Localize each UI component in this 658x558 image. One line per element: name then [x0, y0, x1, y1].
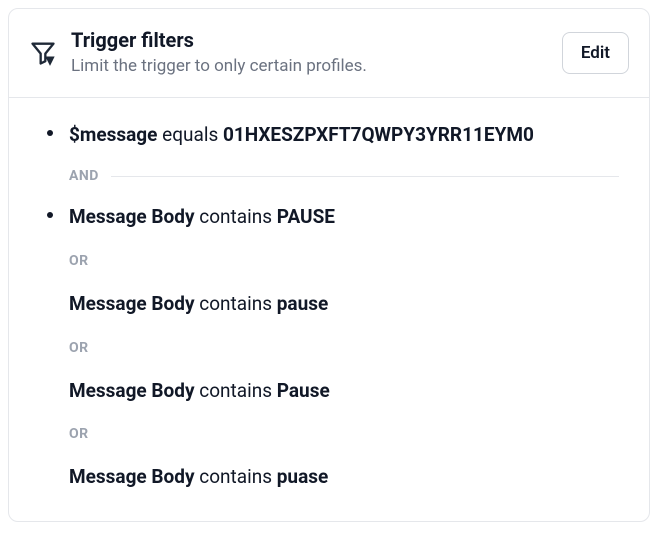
condition: $message equals 01HXESZPXFT7QWPY3YRR11EY… — [69, 122, 619, 149]
connector-or: OR — [69, 253, 619, 269]
trigger-filters-card: Trigger filters Limit the trigger to onl… — [8, 8, 650, 522]
condition: Message Body contains puase — [69, 464, 619, 491]
filters-body: $message equals 01HXESZPXFT7QWPY3YRR11EY… — [9, 98, 649, 521]
condition-operator: contains — [199, 465, 272, 488]
condition-value: puase — [277, 465, 329, 488]
condition-operator: contains — [199, 205, 272, 228]
connector-or: OR — [69, 426, 619, 442]
connector-and: AND — [69, 168, 619, 184]
condition-operator: contains — [199, 379, 272, 402]
condition: Message Body contains Pause — [69, 378, 619, 405]
bullet-icon — [47, 212, 53, 218]
filter-group-2: Message Body contains PAUSE — [39, 204, 619, 231]
condition-operator: contains — [199, 292, 272, 315]
condition-field: Message Body — [69, 379, 195, 402]
edit-button[interactable]: Edit — [562, 32, 629, 74]
condition-field: Message Body — [69, 205, 195, 228]
condition-operator: equals — [162, 123, 218, 146]
condition-value: 01HXESZPXFT7QWPY3YRR11EYM0 — [223, 123, 534, 146]
condition-value: pause — [277, 292, 329, 315]
condition: Message Body contains PAUSE — [69, 204, 619, 231]
condition-field: Message Body — [69, 465, 195, 488]
connector-line — [111, 176, 619, 177]
connector-or: OR — [69, 340, 619, 356]
card-title: Trigger filters — [71, 27, 548, 53]
condition-value: Pause — [277, 379, 330, 402]
card-header: Trigger filters Limit the trigger to onl… — [9, 9, 649, 98]
condition-field: $message — [69, 123, 157, 146]
condition-field: Message Body — [69, 292, 195, 315]
condition-value: PAUSE — [277, 205, 335, 228]
card-subtitle: Limit the trigger to only certain profil… — [71, 55, 548, 79]
condition: Message Body contains pause — [69, 291, 619, 318]
bullet-icon — [47, 130, 53, 136]
header-text: Trigger filters Limit the trigger to onl… — [71, 27, 548, 79]
filter-icon — [29, 39, 57, 67]
connector-label: AND — [69, 168, 99, 184]
filter-group-2-subconditions: OR Message Body contains pause OR Messag… — [39, 253, 619, 491]
filter-group-1: $message equals 01HXESZPXFT7QWPY3YRR11EY… — [39, 122, 619, 149]
